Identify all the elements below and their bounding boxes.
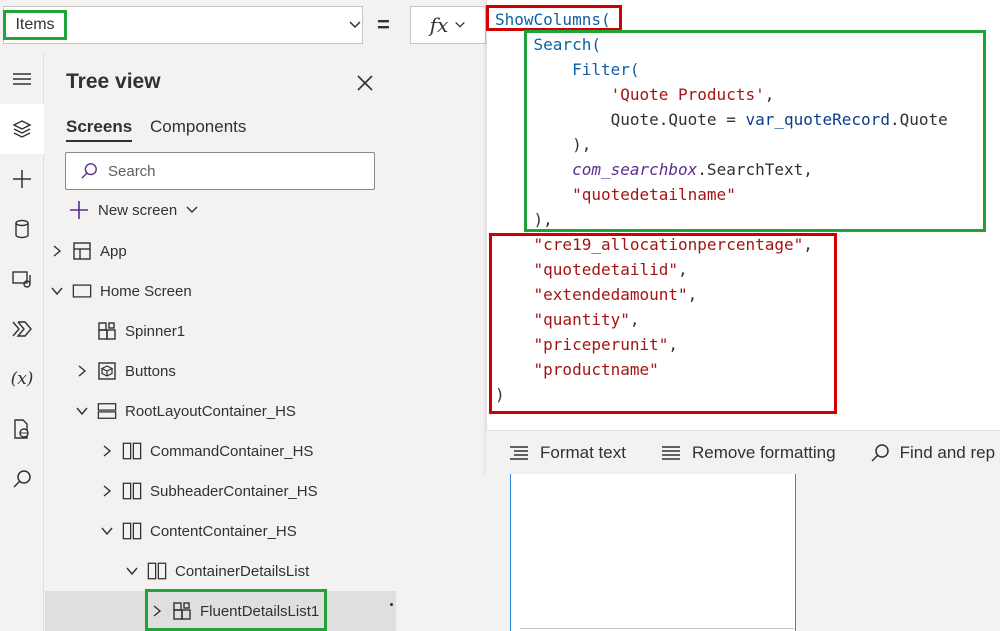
chevron-right-icon[interactable]: [100, 484, 114, 498]
rail-power-automate[interactable]: [0, 304, 44, 354]
tree-item-home-screen[interactable]: Home Screen: [45, 271, 396, 311]
tree-item-rootlayoutcontainer-hs[interactable]: RootLayoutContainer_HS: [45, 391, 396, 431]
close-icon[interactable]: [354, 72, 376, 94]
app-icon: [72, 241, 92, 261]
chevron-down-icon[interactable]: [125, 566, 139, 576]
chevron-down-icon: [455, 21, 466, 28]
rail-tree-view[interactable]: [0, 104, 44, 154]
chevron-down-icon[interactable]: [50, 286, 64, 296]
component-icon: [97, 321, 117, 341]
annotation-columns-box: [489, 233, 837, 414]
tab-components[interactable]: Components: [150, 117, 246, 137]
tree-item-contentcontainer-hs[interactable]: ContentContainer_HS: [45, 511, 396, 551]
tree-view-title: Tree view: [66, 70, 161, 93]
chevron-down-icon[interactable]: [75, 406, 89, 416]
find-replace-label: Find and rep: [899, 442, 996, 462]
search-icon: [13, 470, 31, 488]
tree-item-subheadercontainer-hs[interactable]: SubheaderContainer_HS: [45, 471, 396, 511]
plus-icon: [70, 201, 88, 219]
chevron-right-icon[interactable]: [50, 244, 64, 258]
tree-item-label: RootLayoutContainer_HS: [125, 402, 296, 420]
format-text-label: Format text: [540, 442, 626, 462]
rail-media[interactable]: [0, 254, 44, 304]
canvas-divider: [520, 628, 794, 629]
tree-item-commandcontainer-hs[interactable]: CommandContainer_HS: [45, 431, 396, 471]
variables-icon: (𝑥): [10, 369, 34, 389]
remove-formatting-button[interactable]: Remove formatting: [660, 443, 836, 463]
editor-toolbar: Format text Remove formatting Find and r…: [486, 430, 1000, 474]
remove-formatting-label: Remove formatting: [691, 442, 836, 462]
annotation-search-box: [524, 30, 986, 232]
horizontal-container-icon: [122, 441, 142, 461]
tree-item-label: App: [100, 242, 127, 260]
plus-icon: [13, 170, 31, 188]
search-placeholder: Search: [108, 162, 156, 180]
new-screen-button[interactable]: New screen: [68, 199, 199, 221]
tree-item-label: SubheaderContainer_HS: [150, 482, 318, 500]
tree-item-containerdetailslist[interactable]: ContainerDetailsList: [45, 551, 396, 591]
chevron-right-icon[interactable]: [100, 444, 114, 458]
tree-item-label: Spinner1: [125, 322, 186, 340]
screen-icon: [72, 281, 92, 301]
search-icon: [81, 163, 97, 179]
tree-item-label: ContainerDetailsList: [175, 562, 310, 580]
fx-icon: fx: [429, 13, 449, 37]
search-icon: [871, 443, 889, 462]
advanced-tools-icon: [14, 419, 29, 439]
annotation-showcolumns-box: [486, 5, 622, 31]
chevron-right-icon[interactable]: [75, 364, 89, 378]
tree-item-buttons[interactable]: Buttons: [45, 351, 396, 391]
hamburger-icon: [13, 73, 31, 85]
more-options-dot[interactable]: [390, 603, 393, 606]
tree-item-label: ContentContainer_HS: [150, 522, 297, 540]
tree-item-spinner1[interactable]: Spinner1: [45, 311, 396, 351]
property-name: Items: [3, 10, 67, 40]
group-icon: [97, 361, 117, 381]
horizontal-container-icon: [147, 561, 167, 581]
rail-search[interactable]: [0, 454, 44, 504]
vertical-container-icon: [97, 401, 117, 421]
rail-insert[interactable]: [0, 154, 44, 204]
layers-icon: [12, 120, 32, 138]
chevron-down-icon[interactable]: [100, 526, 114, 536]
rail-advanced-tools[interactable]: [0, 404, 44, 454]
chevron-down-icon: [186, 206, 198, 213]
rail-data[interactable]: [0, 204, 44, 254]
horizontal-container-icon: [122, 521, 142, 541]
left-rail: (𝑥): [0, 52, 44, 631]
power-automate-icon: [12, 321, 32, 337]
tree-item-label: Buttons: [125, 362, 176, 380]
annotation-selected-item-box: [145, 589, 327, 631]
tree-item-app[interactable]: App: [45, 231, 396, 271]
horizontal-container-icon: [122, 481, 142, 501]
format-text-icon: [510, 445, 528, 460]
media-icon: [12, 271, 31, 288]
tree-search-input[interactable]: Search: [65, 152, 375, 190]
rail-variables[interactable]: (𝑥): [0, 354, 44, 404]
tab-screens[interactable]: Screens: [66, 117, 133, 142]
chevron-down-icon: [349, 21, 361, 29]
canvas-screen-frame[interactable]: [510, 474, 796, 631]
fx-button[interactable]: fx: [410, 6, 486, 44]
tree-item-label: Home Screen: [100, 282, 192, 300]
rail-menu[interactable]: [0, 54, 44, 104]
format-text-button[interactable]: Format text: [508, 443, 626, 463]
tree-item-label: CommandContainer_HS: [150, 442, 314, 460]
equals-sign: =: [377, 12, 390, 37]
remove-formatting-icon: [661, 445, 680, 460]
find-replace-button[interactable]: Find and rep: [870, 443, 995, 463]
database-icon: [15, 219, 29, 239]
new-screen-label: New screen: [98, 201, 178, 219]
